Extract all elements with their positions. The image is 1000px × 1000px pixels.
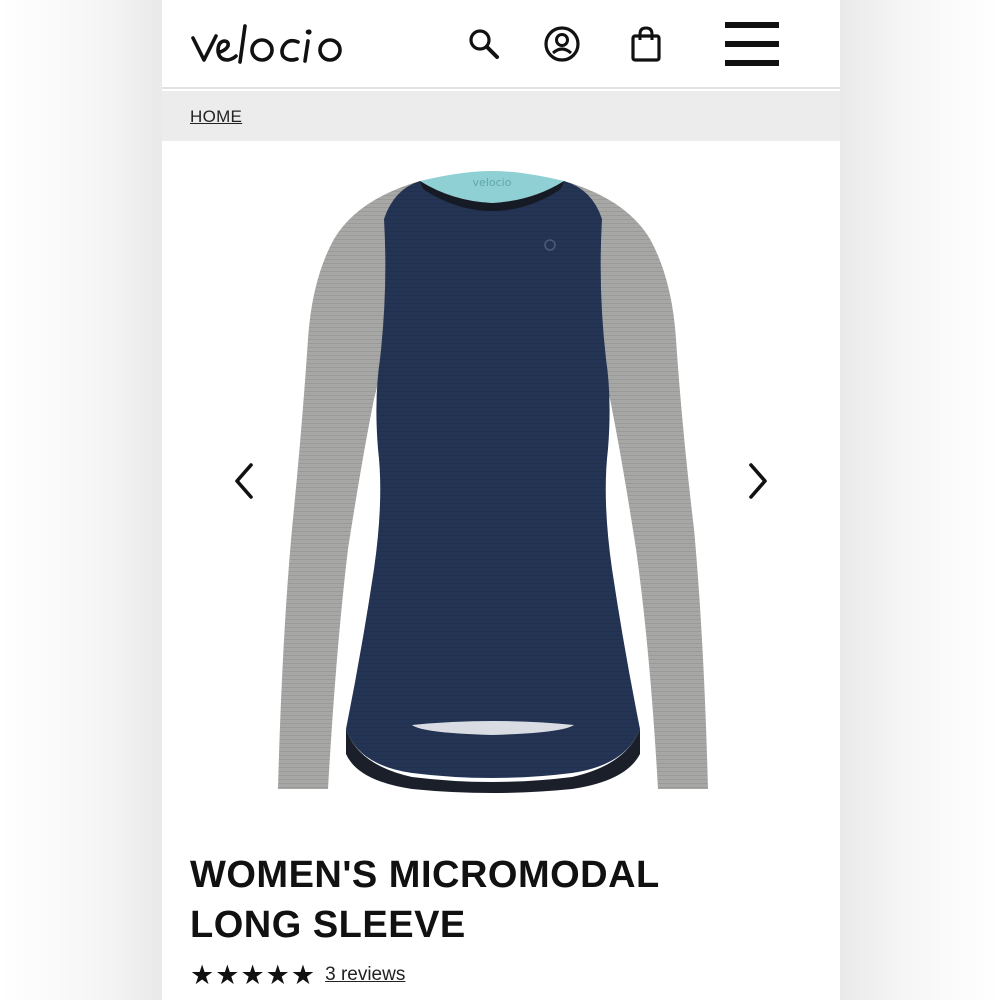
previous-image-button[interactable] bbox=[226, 459, 262, 503]
cart-button[interactable] bbox=[624, 22, 668, 66]
menu-button[interactable] bbox=[722, 22, 782, 66]
site-header: velocio bbox=[162, 0, 840, 89]
background-left bbox=[0, 0, 162, 1000]
product-title: WOMEN'S MICROMODAL LONG SLEEVE bbox=[190, 850, 790, 950]
star-icon: ★ bbox=[240, 959, 265, 991]
star-icon: ★ bbox=[215, 959, 240, 991]
star-icon: ★ bbox=[190, 959, 215, 991]
breadcrumb: HOME bbox=[162, 91, 840, 141]
star-icon: ★ bbox=[290, 959, 316, 991]
background-right bbox=[840, 0, 1000, 1000]
search-button[interactable] bbox=[462, 22, 506, 66]
account-icon bbox=[544, 26, 580, 62]
menu-icon bbox=[725, 22, 779, 66]
chevron-left-icon bbox=[235, 463, 253, 499]
shopping-bag-icon bbox=[631, 26, 661, 62]
product-title-line-1: WOMEN'S MICROMODAL bbox=[190, 854, 660, 896]
product-rating: ★ ★ ★ ★ ★ 3 reviews bbox=[190, 958, 405, 992]
reviews-link[interactable]: 3 reviews bbox=[325, 964, 405, 986]
chevron-right-icon bbox=[749, 463, 767, 499]
velocio-logo[interactable]: velocio bbox=[190, 24, 360, 68]
star-icon: ★ bbox=[265, 959, 290, 991]
product-image: velocio bbox=[278, 171, 708, 793]
search-icon bbox=[469, 29, 499, 59]
product-title-line-2: LONG SLEEVE bbox=[190, 904, 466, 946]
product-gallery: velocio bbox=[162, 141, 840, 831]
breadcrumb-home-link[interactable]: HOME bbox=[190, 107, 242, 127]
svg-text:velocio: velocio bbox=[473, 176, 512, 189]
page-screen: velocio bbox=[162, 0, 840, 1000]
rating-stars: ★ ★ ★ ★ ★ bbox=[190, 962, 315, 989]
account-button[interactable] bbox=[540, 22, 584, 66]
next-image-button[interactable] bbox=[740, 459, 776, 503]
